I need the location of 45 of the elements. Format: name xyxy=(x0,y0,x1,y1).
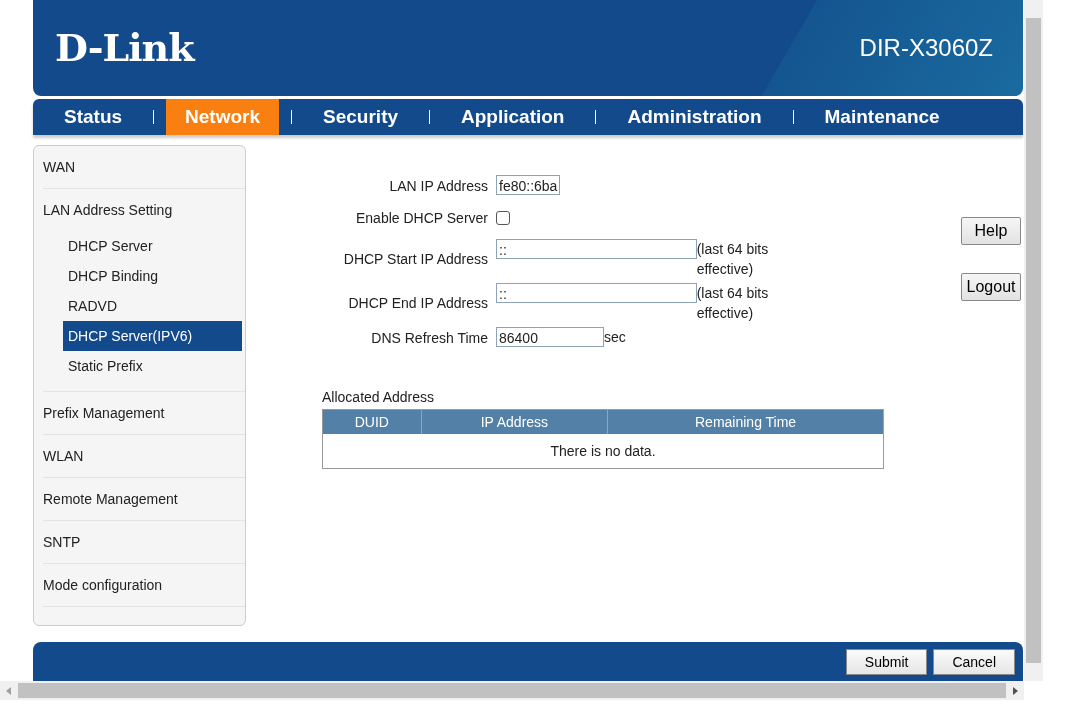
menu-item[interactable]: Prefix Management xyxy=(43,391,245,434)
submenu-item[interactable]: DHCP Server(IPV6) xyxy=(63,320,242,351)
cancel-button[interactable]: Cancel xyxy=(933,649,1015,675)
brand-logo: D-Link xyxy=(55,25,194,71)
input-field[interactable]: 86400 xyxy=(496,326,604,347)
checkbox[interactable] xyxy=(496,210,510,225)
scroll-left-icon[interactable] xyxy=(4,685,14,696)
logout-button[interactable]: Logout xyxy=(961,272,1021,301)
column-header: DUID xyxy=(322,409,422,434)
empty-message: There is no data. xyxy=(322,433,884,469)
submit-button[interactable]: Submit xyxy=(845,649,928,675)
menu-item[interactable]: Mode configuration xyxy=(43,563,245,606)
input-field[interactable]: :: xyxy=(496,238,697,259)
table-title: Allocated Address xyxy=(322,388,436,405)
menu-item[interactable]: LAN Address Setting xyxy=(43,188,245,231)
horizontal-scrollbar[interactable] xyxy=(0,681,1024,700)
menu-item[interactable]: Remote Management xyxy=(43,477,245,520)
column-header: Remaining Time xyxy=(607,409,884,434)
field-label: DHCP Start IP Address xyxy=(342,249,489,269)
nav-tab[interactable]: Status xyxy=(33,98,142,135)
unit-label: sec xyxy=(604,328,626,345)
submenu-item[interactable]: Static Prefix xyxy=(63,350,242,381)
menu-item[interactable]: WLAN xyxy=(43,434,245,477)
submenu-item[interactable]: DHCP Binding xyxy=(63,260,242,291)
menu-item[interactable]: WAN xyxy=(43,145,245,188)
scroll-right-icon[interactable] xyxy=(1010,685,1020,696)
column-header: IP Address xyxy=(421,409,608,434)
nav-tab[interactable]: Security xyxy=(304,98,418,135)
help-button[interactable]: Help xyxy=(961,216,1021,245)
field-label: DHCP End IP Address xyxy=(347,293,489,313)
submenu-item[interactable]: DHCP Server xyxy=(63,230,242,261)
input-field[interactable]: :: xyxy=(496,282,697,303)
field-label: Enable DHCP Server xyxy=(354,208,489,228)
nav-tab[interactable]: Maintenance xyxy=(805,98,959,135)
field-label: DNS Refresh Time xyxy=(370,328,489,348)
nav-tab[interactable]: Administration xyxy=(608,98,781,135)
menu-item[interactable]: SNTP xyxy=(43,520,245,563)
vertical-scrollbar[interactable] xyxy=(1024,0,1043,681)
submenu-item[interactable]: RADVD xyxy=(63,290,242,321)
field-note: (last 64 bits effective) xyxy=(696,239,770,279)
input-field[interactable]: fe80::6ba xyxy=(496,174,561,195)
field-note: (last 64 bits effective) xyxy=(696,283,770,323)
model-name: DIR-X3060Z xyxy=(859,33,993,62)
nav-tab[interactable]: Application xyxy=(442,98,584,135)
field-label: LAN IP Address xyxy=(388,176,489,196)
